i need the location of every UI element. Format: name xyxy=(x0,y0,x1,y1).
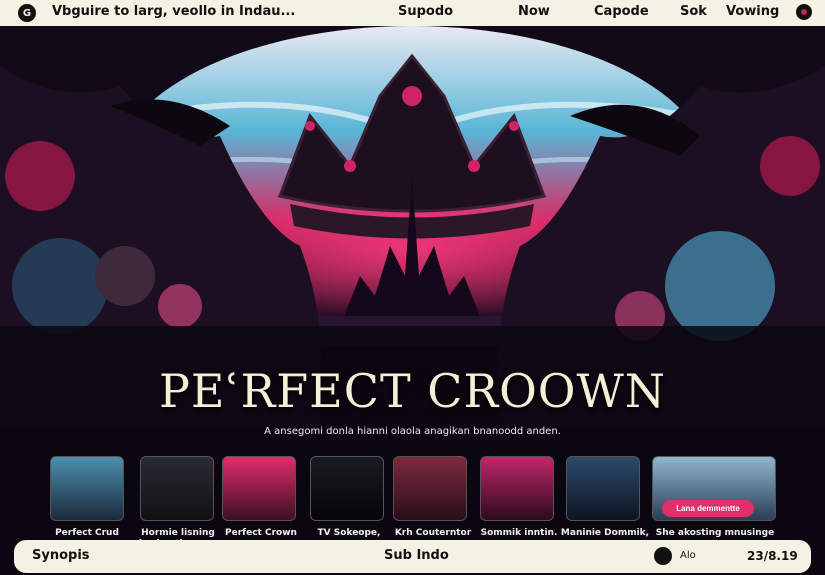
thumbnail-caption: She akosting mnusinge xyxy=(655,528,775,538)
episode-thumbnail[interactable] xyxy=(140,456,214,521)
search-text[interactable]: Vbguire to larg, veollo in Indau... xyxy=(52,4,295,19)
bottom-info-bar: Synopis Sub Indo Alo 23/8.19 xyxy=(14,540,811,573)
thumbnail-caption: TV Sokeope, xyxy=(317,528,381,538)
nav-link-now[interactable]: Now xyxy=(518,4,550,19)
thumbnail-caption: Krh Couterntor xyxy=(394,528,472,538)
thumbnail-caption: Perfect Crud xyxy=(55,528,119,538)
alo-label: Alo xyxy=(680,550,696,561)
watch-now-button[interactable]: Lana demmentte xyxy=(662,500,754,517)
thumbnail-caption: Perfect Crown xyxy=(225,528,297,538)
show-title: PEʿRFECT CROOWN xyxy=(158,364,667,418)
nav-link-vowing[interactable]: Vowing xyxy=(726,4,779,19)
play-dot-icon[interactable] xyxy=(654,547,672,565)
nav-link-sok[interactable]: Sok xyxy=(680,4,707,19)
top-nav-bar: G Vbguire to larg, veollo in Indau... Su… xyxy=(0,0,825,26)
episode-thumbnail[interactable] xyxy=(222,456,296,521)
episode-thumbnail[interactable] xyxy=(50,456,124,521)
subtitle-tab[interactable]: Sub Indo xyxy=(384,548,449,563)
synopsis-tab[interactable]: Synopis xyxy=(32,548,90,563)
nav-link-supodo[interactable]: Supodo xyxy=(398,4,453,19)
thumbnail-caption: Maninie Dommik, xyxy=(560,528,650,538)
episode-thumbnail[interactable] xyxy=(480,456,554,521)
episode-thumbnail[interactable] xyxy=(310,456,384,521)
show-tagline: A ansegomi donla hianni olaola anagikan … xyxy=(264,426,561,437)
episode-thumbnail[interactable] xyxy=(393,456,467,521)
logo-icon[interactable]: G xyxy=(18,4,36,22)
episode-thumbnail[interactable] xyxy=(566,456,640,521)
user-avatar-icon[interactable] xyxy=(796,4,812,20)
thumbnail-caption: Sommik inntin. xyxy=(480,528,558,538)
release-date: 23/8.19 xyxy=(747,549,798,563)
hero-banner: PEʿRFECT CROOWN A ansegomi donla hianni … xyxy=(0,26,825,546)
nav-link-capode[interactable]: Capode xyxy=(594,4,649,19)
